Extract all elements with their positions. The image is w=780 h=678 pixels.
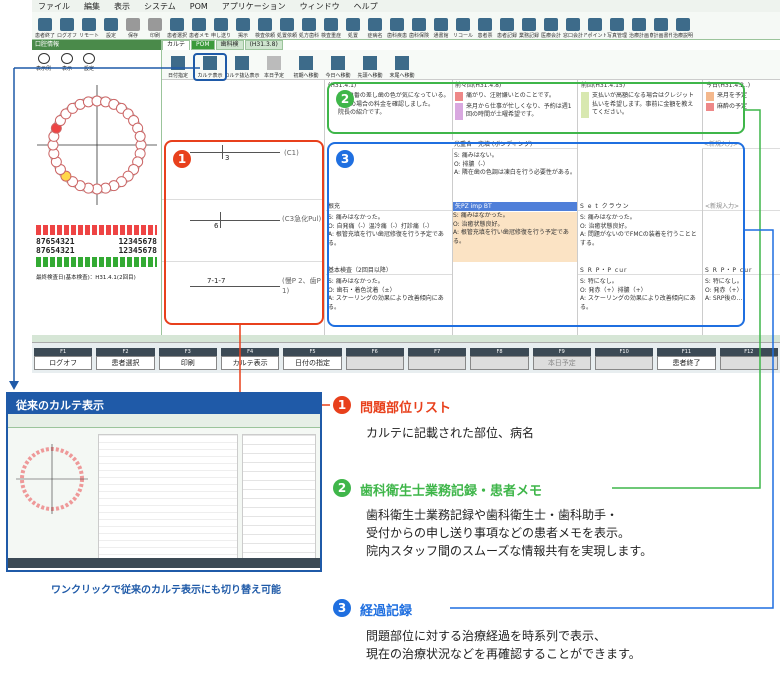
- desc-line: 問題部位に対する治療経過を時系列で表示、: [366, 629, 607, 643]
- classic-karte-thumbnail[interactable]: 従来のカルテ表示: [6, 392, 322, 572]
- desc-text-2: 歯科衛生士業務記録や歯科衛生士・歯科助手・ 受付からの申し送り事項などの患者メモを…: [366, 506, 652, 560]
- desc-line: 歯科衛生士業務記録や歯科衛生士・歯科助手・: [366, 508, 619, 522]
- thumbnail-side-area: [242, 434, 316, 562]
- thumbnail-title: 従来のカルテ表示: [8, 394, 320, 414]
- desc-text-3: 問題部位に対する治療経過を時系列で表示、現在の治療状況などを再確認することができ…: [366, 627, 641, 663]
- desc-line: 受付からの申し送り事項などの患者メモを表示。: [366, 526, 631, 540]
- desc-title-1: 問題部位リスト: [360, 401, 452, 416]
- thumbnail-text-area: [98, 434, 238, 562]
- desc-line: 現在の治療状況などを再確認することができます。: [366, 647, 641, 661]
- thumbnail-screen: [8, 414, 320, 568]
- thumbnail-caption: ワンクリックで従来のカルテ表示にも切り替え可能: [51, 585, 281, 596]
- desc-title-2: 歯科衛生士業務記録・患者メモ: [360, 484, 543, 499]
- connector-lines: [9, 67, 774, 609]
- desc-badge-3: 3: [333, 599, 351, 617]
- desc-badge-2: 2: [333, 479, 351, 497]
- thumbnail-tooth-chart: [12, 434, 92, 534]
- desc-title-3: 経過記録: [360, 604, 413, 619]
- desc-text-1: カルテに記載された部位、病名: [366, 426, 535, 440]
- desc-badge-1: 1: [333, 396, 351, 414]
- desc-line: 院内スタッフ間のスムーズな情報共有を実現します。: [366, 544, 653, 558]
